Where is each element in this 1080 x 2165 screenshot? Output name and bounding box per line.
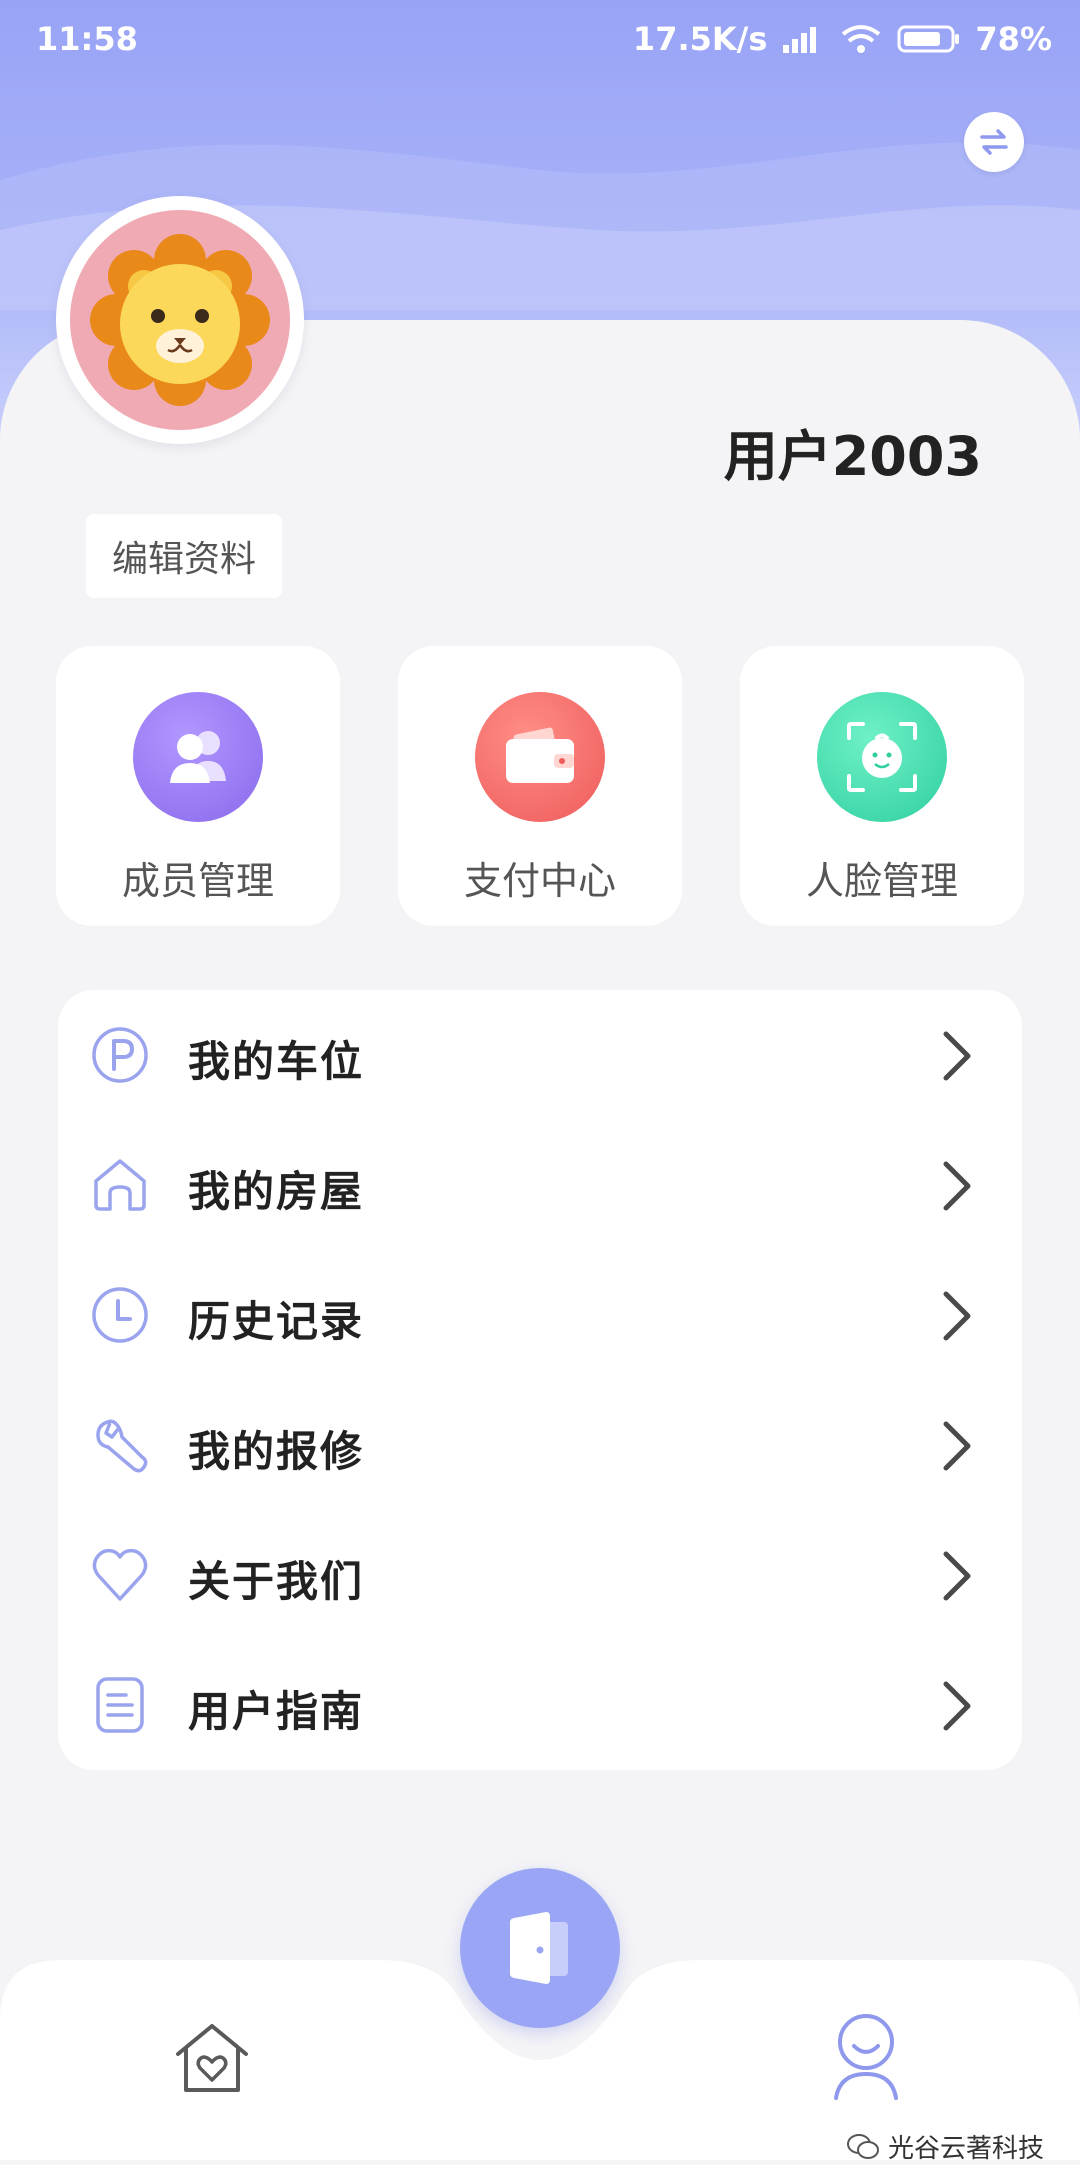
menu-label: 我的房屋 [188, 1167, 365, 1216]
members-icon [133, 692, 263, 822]
username: 用户2003 [723, 425, 982, 488]
watermark: 光谷云著科技 [846, 2128, 1044, 2165]
wechat-icon [846, 2133, 879, 2159]
net-speed: 17.5K/s [632, 20, 768, 58]
tile-face[interactable]: 人脸管理 [740, 646, 1024, 926]
menu-label: 用户指南 [188, 1687, 365, 1736]
menu-item-guide[interactable]: 用户指南 [58, 1640, 1022, 1770]
menu-label: 我的报修 [188, 1427, 365, 1476]
heart-icon [92, 1548, 148, 1601]
menu-item-repair[interactable]: 我的报修 [58, 1380, 1022, 1510]
wallet-icon [475, 692, 605, 822]
edit-profile-button[interactable]: 编辑资料 [86, 514, 282, 598]
house-icon [94, 1159, 146, 1211]
tile-payment[interactable]: 支付中心 [398, 646, 682, 926]
quick-actions: 成员管理 支付中心 人脸管理 [56, 646, 1024, 926]
menu-item-about[interactable]: 关于我们 [58, 1510, 1022, 1640]
clock-icon [92, 1287, 148, 1343]
status-time: 11:58 [36, 20, 138, 58]
wifi-icon [842, 25, 881, 53]
open-door-button[interactable] [460, 1868, 620, 2028]
tile-label: 支付中心 [463, 859, 616, 903]
menu-label: 我的车位 [188, 1037, 365, 1086]
menu-label: 历史记录 [188, 1297, 365, 1346]
switch-community-button[interactable] [964, 112, 1024, 172]
tile-members[interactable]: 成员管理 [56, 646, 340, 926]
tab-home-icon[interactable] [172, 2018, 252, 2098]
watermark-text: 光谷云著科技 [887, 2134, 1044, 2164]
menu-item-parking[interactable]: 我的车位 [58, 990, 1022, 1120]
avatar[interactable] [56, 196, 304, 444]
tile-label: 成员管理 [121, 859, 274, 903]
battery-level: 78% [975, 20, 1052, 58]
parking-icon [92, 1027, 148, 1083]
menu-item-house[interactable]: 我的房屋 [58, 1120, 1022, 1250]
chevron-right-icon [943, 1421, 971, 1471]
chevron-right-icon [943, 1681, 971, 1731]
status-icons: 17.5K/s 78% [633, 20, 1052, 58]
chevron-right-icon [943, 1031, 971, 1081]
chevron-right-icon [943, 1161, 971, 1211]
document-icon [96, 1677, 144, 1733]
battery-icon [897, 25, 960, 53]
tab-profile-icon[interactable] [826, 2012, 906, 2102]
swap-icon [980, 129, 1008, 155]
menu-item-history[interactable]: 历史记录 [58, 1250, 1022, 1380]
wrench-icon [96, 1419, 148, 1473]
lion-avatar-icon [90, 234, 270, 406]
door-icon [510, 1912, 568, 1984]
menu-label: 关于我们 [188, 1557, 365, 1606]
avatar-image [70, 210, 290, 430]
chevron-right-icon [943, 1291, 971, 1341]
status-bar: 11:58 17.5K/s 78% [0, 0, 1080, 80]
chevron-right-icon [943, 1551, 971, 1601]
signal-icon [783, 27, 817, 53]
tile-label: 人脸管理 [805, 859, 958, 903]
menu-list: 我的车位 我的房屋 历史记录 我的报修 关于我们 用户指南 [58, 990, 1022, 1770]
face-scan-icon [817, 692, 947, 822]
